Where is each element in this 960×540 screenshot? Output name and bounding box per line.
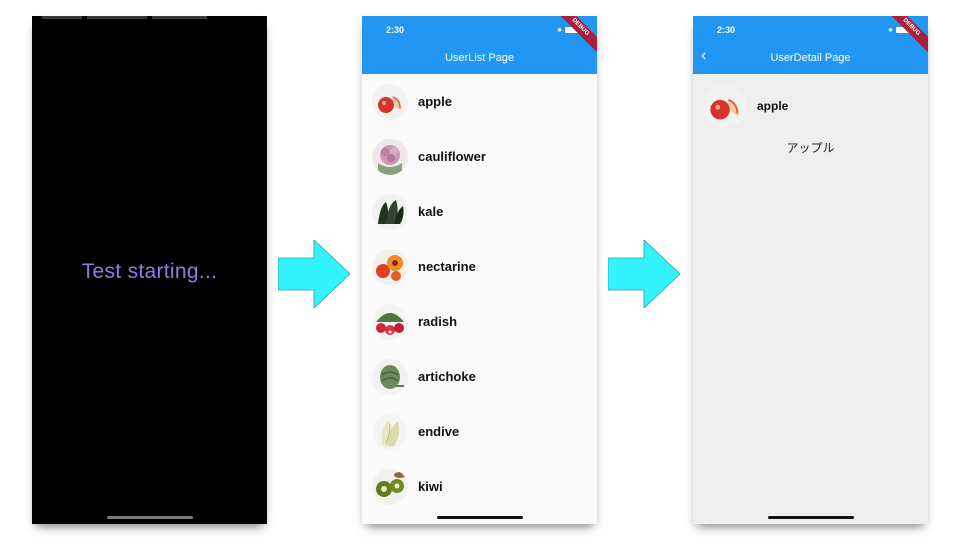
item-label: radish xyxy=(418,314,458,329)
status-bar-text xyxy=(87,16,147,19)
item-label: kiwi xyxy=(418,479,443,494)
apple-icon xyxy=(372,83,408,120)
wifi-icon: ● xyxy=(888,25,893,34)
home-indicator[interactable] xyxy=(767,516,854,519)
item-label: endive xyxy=(418,424,460,439)
status-time: 2:30 xyxy=(386,25,405,35)
status-bar-text xyxy=(42,16,82,19)
user-list-screen: 2:30 ● DEBUG UserList Page apple caulifl… xyxy=(362,16,597,524)
user-name: apple xyxy=(757,99,789,113)
kiwi-icon xyxy=(372,468,408,505)
page-title: UserDetail Page xyxy=(770,52,851,64)
list-item[interactable]: apple xyxy=(362,74,597,129)
list-item[interactable]: endive xyxy=(362,404,597,459)
item-label: cauliflower xyxy=(418,149,486,164)
list-item[interactable]: kale xyxy=(362,184,597,239)
app-bar: 2:30 ● DEBUG ‹ UserDetail Page xyxy=(693,16,928,74)
test-runner-screen: Test starting... xyxy=(32,16,267,524)
list-item[interactable]: nectarine xyxy=(362,239,597,294)
page-title: UserList Page xyxy=(444,52,515,64)
user-reading: アップル xyxy=(786,141,835,155)
list-item[interactable]: artichoke xyxy=(362,349,597,404)
artichoke-icon xyxy=(372,358,408,395)
home-indicator[interactable] xyxy=(436,516,523,519)
item-label: artichoke xyxy=(418,369,476,384)
endive-icon xyxy=(372,413,408,450)
wifi-icon: ● xyxy=(557,25,562,34)
debug-banner: DEBUG xyxy=(551,16,597,57)
item-label: kale xyxy=(418,204,444,219)
test-status-text: Test starting... xyxy=(81,260,218,283)
right-arrow-icon xyxy=(608,240,680,308)
right-arrow-icon xyxy=(278,240,350,308)
item-label: apple xyxy=(418,94,452,109)
list-item[interactable]: radish xyxy=(362,294,597,349)
app-bar: 2:30 ● DEBUG UserList Page xyxy=(362,16,597,74)
home-indicator[interactable] xyxy=(106,516,193,519)
debug-banner: DEBUG xyxy=(882,16,928,57)
user-header: apple xyxy=(703,84,788,128)
radish-icon xyxy=(372,303,408,340)
status-time: 2:30 xyxy=(717,25,736,35)
item-label: nectarine xyxy=(418,259,476,274)
user-list: apple cauliflower kale nectarine radish xyxy=(362,74,597,514)
user-detail-screen: 2:30 ● DEBUG ‹ UserDetail Page apple アップ… xyxy=(693,16,928,524)
status-bar-text xyxy=(152,16,207,19)
cauliflower-icon xyxy=(372,138,408,175)
nectarine-icon xyxy=(372,248,408,285)
list-item[interactable]: kiwi xyxy=(362,459,597,514)
apple-icon xyxy=(703,84,747,128)
list-item[interactable]: cauliflower xyxy=(362,129,597,184)
kale-icon xyxy=(372,193,408,230)
